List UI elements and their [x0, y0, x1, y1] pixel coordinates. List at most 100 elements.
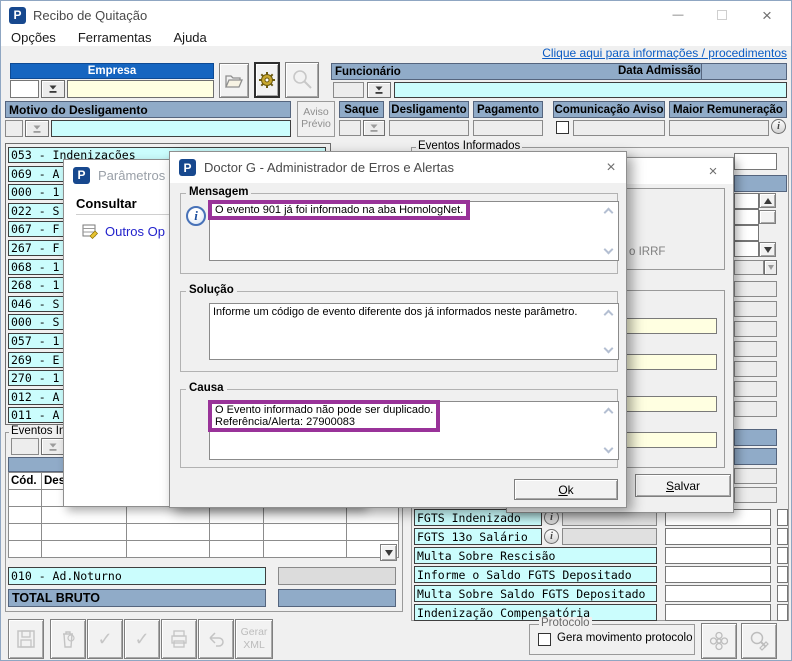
save-button[interactable]: [8, 619, 44, 659]
strip-dropdown-button[interactable]: [764, 260, 777, 275]
saque-dropdown-button[interactable]: [363, 120, 385, 136]
causa-textbox[interactable]: O Evento informado não pode ser duplicad…: [209, 401, 619, 460]
window-title: Recibo de Quitação: [33, 8, 147, 23]
gera-protocolo-checkbox[interactable]: [538, 633, 551, 646]
close-button[interactable]: ×: [750, 1, 784, 29]
ok-button[interactable]: Ok: [514, 479, 618, 500]
menu-opcoes[interactable]: Opções: [7, 28, 60, 47]
strip-grid-cell[interactable]: [734, 193, 759, 209]
comunicacao-label: Comunicação Aviso: [554, 104, 663, 116]
scroll-up-icon[interactable]: [604, 408, 614, 418]
scroll-down-icon[interactable]: [604, 444, 614, 454]
desligamento-field[interactable]: [389, 120, 469, 136]
doctor-close-button[interactable]: ×: [598, 157, 624, 179]
comunicacao-field[interactable]: [573, 120, 665, 136]
strip-cell[interactable]: [734, 341, 777, 357]
fgts-value-field[interactable]: [665, 604, 771, 621]
strip-cell-blue[interactable]: [734, 448, 777, 465]
strip-cell-blue[interactable]: [734, 429, 777, 446]
table-scroll-down-button[interactable]: [380, 544, 397, 561]
funcionario-name-field[interactable]: [394, 82, 787, 98]
empresa-code-field[interactable]: [10, 80, 39, 98]
strip-dropdown-field[interactable]: [734, 260, 764, 275]
parametros-title: Parâmetros: [98, 168, 165, 183]
strip-cell[interactable]: [734, 281, 777, 297]
scroll-up-icon[interactable]: [604, 208, 614, 218]
funcionario-label: Funcionário: [335, 66, 401, 78]
maximize-button[interactable]: [706, 1, 738, 29]
strip-cell[interactable]: [734, 361, 777, 377]
dropdown-arrow-icon: [32, 124, 42, 134]
evento-dropdown-button[interactable]: [41, 438, 65, 455]
strip-cell[interactable]: [734, 487, 777, 503]
empresa-dropdown-button[interactable]: [41, 80, 65, 98]
strip-scroll-thumb[interactable]: [759, 210, 776, 224]
table-row[interactable]: [9, 541, 399, 558]
app-logo: P: [73, 167, 90, 184]
confirm-all-button[interactable]: ✓: [124, 619, 160, 659]
scroll-down-icon[interactable]: [604, 344, 614, 354]
strip-grid-cell[interactable]: [734, 241, 759, 257]
scroll-down-icon[interactable]: [604, 245, 614, 255]
gerar-xml-button[interactable]: Gerar XML: [235, 619, 273, 659]
menu-ferramentas[interactable]: Ferramentas: [74, 28, 156, 47]
table-row[interactable]: [9, 507, 399, 524]
info-procedures-link[interactable]: Clique aqui para informações / procedime…: [401, 46, 787, 60]
motivo-field[interactable]: [51, 120, 291, 137]
dropdown-arrow-icon: [369, 123, 379, 133]
undo-button[interactable]: [198, 619, 234, 659]
empresa-name-field[interactable]: [67, 80, 214, 98]
delete-button[interactable]: [50, 619, 86, 659]
parameters-gear-button[interactable]: [254, 62, 280, 98]
solucao-textbox[interactable]: Informe um código de evento diferente do…: [209, 303, 619, 360]
strip-cell[interactable]: [734, 468, 777, 484]
strip-cell[interactable]: [734, 301, 777, 317]
funcionario-code-field[interactable]: [333, 82, 364, 98]
confirm-button[interactable]: ✓: [87, 619, 123, 659]
pagamento-field[interactable]: [473, 120, 543, 136]
strip-scroll-down-button[interactable]: [759, 242, 776, 257]
minimize-button[interactable]: —: [662, 1, 694, 29]
open-folder-button[interactable]: [219, 63, 249, 98]
salvar-button[interactable]: Salvar: [635, 474, 731, 497]
strip-cell[interactable]: [734, 381, 777, 397]
strip-cell[interactable]: [734, 321, 777, 337]
fgts-value-field[interactable]: [665, 528, 771, 545]
doctor-title: Doctor G - Administrador de Erros e Aler…: [204, 160, 454, 175]
mensagem-textbox[interactable]: O evento 901 já foi informado na aba Hom…: [209, 201, 619, 261]
maior-remuneracao-field[interactable]: [669, 120, 769, 136]
data-admissao-field[interactable]: [701, 64, 786, 79]
selected-event-field[interactable]: 010 - Ad.Noturno: [8, 567, 266, 585]
dropdown-arrow-icon: [374, 85, 384, 95]
table-row[interactable]: [9, 524, 399, 541]
dropdown-arrow-icon: [48, 84, 58, 94]
aviso-previo-label: Aviso Prévio: [299, 107, 333, 130]
motivo-code-field[interactable]: [5, 120, 23, 137]
strip-grid-cell[interactable]: [734, 209, 759, 225]
fgts-info-button[interactable]: i: [544, 529, 559, 544]
motivo-dropdown-button[interactable]: [25, 120, 49, 137]
menu-ajuda[interactable]: Ajuda: [170, 28, 211, 47]
fgts-value-field[interactable]: [665, 566, 771, 583]
funcionario-dropdown-button[interactable]: [367, 82, 391, 98]
minimize-icon: —: [673, 9, 684, 21]
evento-code-field[interactable]: [11, 438, 39, 455]
search-button[interactable]: [285, 62, 319, 98]
irrf-dialog-close-button[interactable]: ×: [700, 161, 726, 181]
strip-field[interactable]: [734, 153, 777, 170]
comunicacao-checkbox[interactable]: [556, 121, 569, 134]
strip-scroll-up-button[interactable]: [759, 193, 776, 208]
fgts-side-cell: [777, 547, 788, 564]
print-button[interactable]: [161, 619, 197, 659]
maior-remuneracao-info-button[interactable]: i: [771, 119, 786, 134]
strip-cell[interactable]: [734, 401, 777, 417]
saque-code-field[interactable]: [339, 120, 361, 136]
outros-link[interactable]: Outros Op: [105, 224, 165, 239]
fgts-value-field[interactable]: [665, 585, 771, 602]
strip-grid-cell[interactable]: [734, 225, 759, 241]
selected-event-value-field[interactable]: [278, 567, 396, 585]
protocol-flower-button[interactable]: [701, 623, 737, 659]
fgts-value-field[interactable]: [665, 547, 771, 564]
protocol-search-button[interactable]: [741, 623, 777, 659]
app-logo: P: [9, 7, 26, 24]
